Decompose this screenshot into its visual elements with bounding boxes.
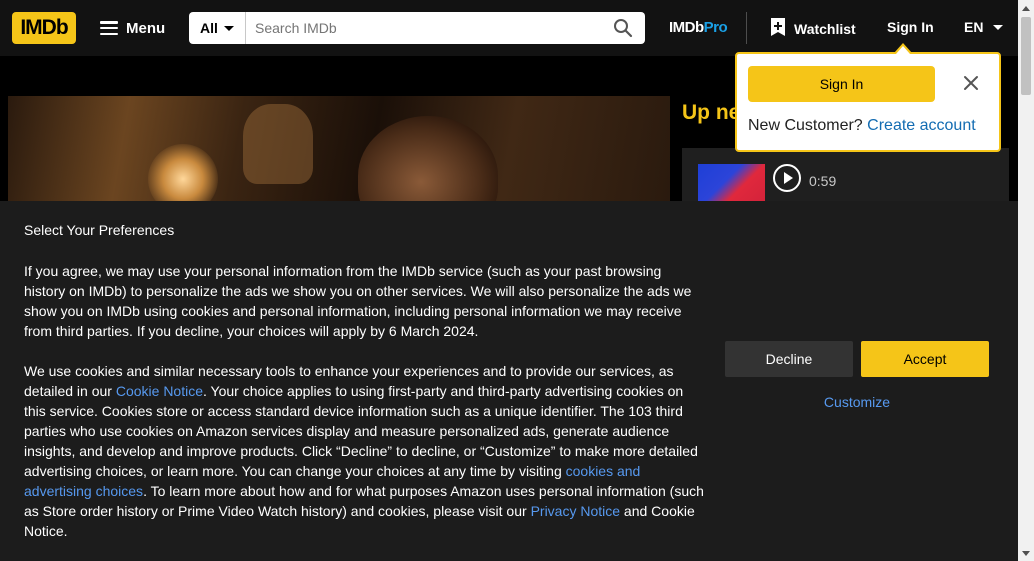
imdbpro-link[interactable]: IMDbPro	[669, 19, 728, 36]
scroll-down-arrow[interactable]	[1018, 545, 1034, 561]
scroll-up-arrow[interactable]	[1018, 0, 1034, 16]
hero-lamp-light	[148, 144, 218, 206]
popover-signin-button[interactable]: Sign In	[748, 66, 935, 102]
create-account-link[interactable]: Create account	[867, 117, 976, 134]
hamburger-icon	[100, 21, 118, 35]
caret-down-icon	[993, 24, 1004, 30]
caret-down-icon	[223, 25, 234, 31]
navbar: IMDb Menu All IMDbPro Watchlist Sign In	[0, 0, 1018, 56]
vertical-scrollbar[interactable]	[1018, 0, 1034, 561]
imdb-logo[interactable]: IMDb	[12, 12, 76, 44]
hero-portrait	[358, 116, 498, 206]
decline-button[interactable]: Decline	[725, 341, 853, 377]
signin-popover: Sign In New Customer? Create account	[735, 52, 1001, 152]
up-next-heading: Up ne	[682, 101, 741, 124]
search-category-dropdown[interactable]: All	[189, 12, 246, 44]
scrollbar-thumb[interactable]	[1021, 17, 1031, 95]
new-customer-label: New Customer?	[748, 117, 863, 134]
page: IMDb Menu All IMDbPro Watchlist Sign In	[0, 0, 1034, 561]
language-selector[interactable]: EN	[964, 19, 1004, 35]
close-icon[interactable]	[960, 72, 982, 94]
up-next-card[interactable]: 0:59	[682, 148, 1009, 208]
accept-button[interactable]: Accept	[861, 341, 989, 377]
watchlist-label: Watchlist	[794, 20, 856, 37]
menu-label: Menu	[126, 19, 166, 37]
search-icon[interactable]	[607, 12, 639, 44]
consent-title: Select Your Preferences	[24, 222, 175, 238]
header-divider	[746, 12, 747, 44]
imdbpro-prefix: IMDb	[669, 19, 704, 36]
watchlist-icon	[770, 17, 786, 40]
privacy-notice-link[interactable]: Privacy Notice	[531, 503, 620, 519]
watchlist-button[interactable]: Watchlist	[770, 17, 856, 40]
cookie-consent-banner: Select Your Preferences If you agree, we…	[0, 201, 1018, 561]
popover-arrow-inner	[896, 46, 910, 54]
video-duration: 0:59	[809, 173, 837, 189]
search-category-label: All	[200, 20, 218, 36]
customize-link[interactable]: Customize	[807, 394, 907, 410]
menu-button[interactable]: Menu	[100, 14, 165, 42]
consent-paragraph-2: We use cookies and similar necessary too…	[24, 361, 704, 541]
consent-paragraph-1: If you agree, we may use your personal i…	[24, 263, 692, 339]
cookie-notice-link[interactable]: Cookie Notice	[116, 383, 203, 399]
search-bar: All	[189, 12, 645, 44]
play-icon[interactable]	[773, 164, 801, 192]
hero-deer-mount	[243, 104, 313, 184]
imdbpro-suffix: Pro	[703, 19, 728, 36]
new-customer-text: New Customer? Create account	[748, 117, 976, 135]
hero-image[interactable]	[8, 96, 670, 206]
search-input[interactable]	[246, 12, 607, 44]
signin-link[interactable]: Sign In	[887, 19, 934, 35]
language-label: EN	[964, 19, 984, 35]
